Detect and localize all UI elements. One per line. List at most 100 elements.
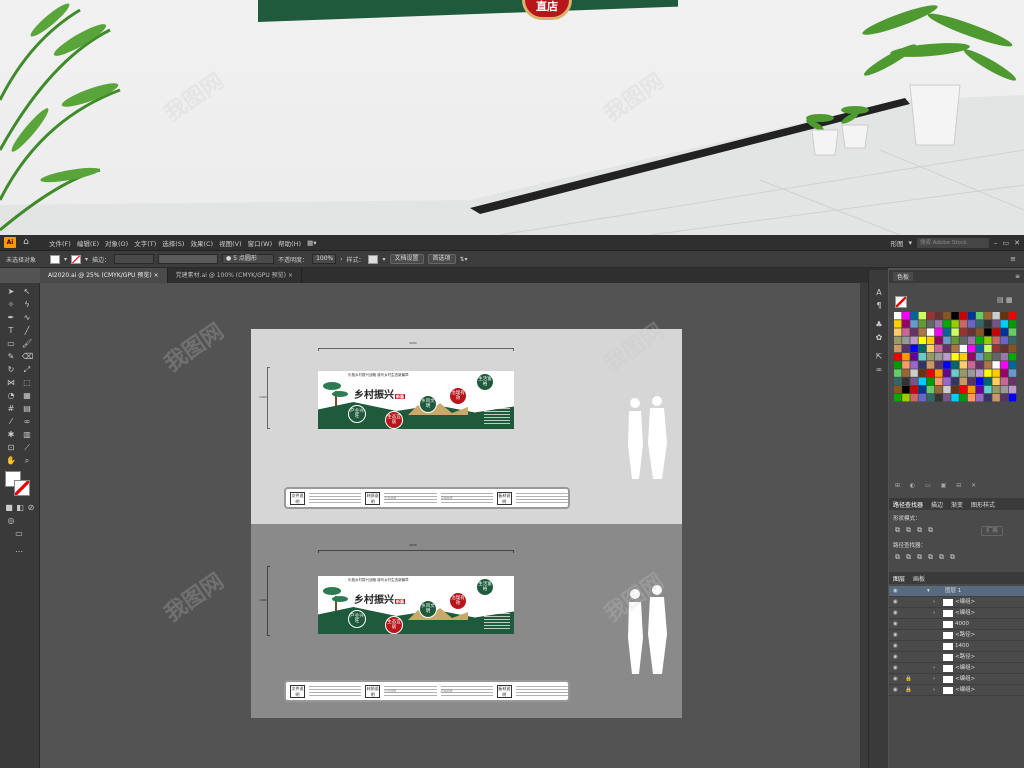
expand-button[interactable]: 扩展 — [981, 526, 1004, 536]
layer-row[interactable]: ◉ 🔒 › <编组> — [889, 685, 1024, 696]
rotate-icon[interactable]: ↻ — [6, 365, 16, 375]
layer-row[interactable]: ◉ <路径> — [889, 652, 1024, 663]
color-swatch[interactable] — [951, 353, 959, 361]
color-swatch[interactable] — [918, 361, 926, 369]
color-swatch[interactable] — [992, 385, 1000, 394]
color-swatch[interactable] — [959, 320, 967, 328]
color-swatch[interactable] — [951, 385, 959, 394]
color-swatch[interactable] — [967, 336, 976, 344]
paintbrush-icon[interactable]: 🖌 — [22, 339, 32, 349]
swatch-view-icons[interactable]: ▤ ▦ — [997, 296, 1012, 304]
eye-icon[interactable]: ◉ — [893, 630, 898, 641]
color-swatch[interactable] — [959, 328, 967, 336]
color-swatch[interactable] — [910, 336, 918, 344]
rural-revitalization-design[interactable]: 乐施乡村振兴战略 谱写乡村生态新篇章 乡村振兴 新篇 产业兴旺 生态宜居 乡风文明… — [318, 371, 514, 429]
color-swatch[interactable] — [943, 353, 951, 361]
layer-row[interactable]: ◉ ▾ 图层 1 — [889, 586, 1024, 597]
perspective-grid-icon[interactable]: ▦ — [22, 391, 32, 401]
color-swatch[interactable] — [935, 377, 943, 385]
eyedropper-icon[interactable]: ⁄ — [6, 417, 16, 427]
color-swatch[interactable] — [902, 385, 910, 394]
shape-builder-icon[interactable]: ◔ — [6, 391, 16, 401]
lock-icon[interactable]: 🔒 — [905, 685, 912, 696]
color-swatch[interactable] — [894, 344, 902, 353]
symbol-sprayer-icon[interactable]: ✱ — [6, 430, 16, 440]
preferences-button[interactable]: 首选项 — [427, 254, 456, 264]
color-swatch[interactable] — [951, 328, 959, 336]
eraser-icon[interactable]: ⌫ — [22, 352, 33, 362]
color-swatch[interactable] — [976, 353, 984, 361]
eye-icon[interactable]: ◉ — [893, 685, 898, 696]
color-swatch[interactable] — [959, 344, 967, 353]
color-swatch[interactable] — [935, 353, 943, 361]
fill-swatch[interactable] — [50, 254, 60, 264]
color-swatch[interactable] — [935, 385, 943, 394]
color-swatch[interactable] — [902, 312, 910, 320]
color-swatch[interactable] — [918, 320, 926, 328]
color-swatch[interactable] — [967, 385, 976, 394]
rural-revitalization-design[interactable]: 乐施乡村振兴战略 谱写乡村生态新篇章 乡村振兴 新篇 产业兴旺 生态宜居 乡风文明… — [318, 576, 514, 634]
color-swatch[interactable] — [926, 336, 935, 344]
color-swatch[interactable] — [951, 377, 959, 385]
color-swatch[interactable] — [926, 394, 935, 402]
color-swatch[interactable] — [992, 377, 1000, 385]
shaper-icon[interactable]: ✎ — [6, 352, 16, 362]
tab-artboards[interactable]: 画板 — [913, 574, 925, 583]
color-swatch[interactable] — [951, 312, 959, 320]
layer-row[interactable]: ◉ 🔒 › <编组> — [889, 674, 1024, 685]
magic-wand-icon[interactable]: ✧ — [6, 300, 16, 310]
menu-select[interactable]: 选择(S) — [159, 238, 187, 248]
color-swatch[interactable] — [976, 385, 984, 394]
color-swatch[interactable] — [1008, 328, 1017, 336]
color-swatch[interactable] — [902, 328, 910, 336]
scale-icon[interactable]: ⤢ — [22, 365, 32, 375]
color-swatch[interactable] — [1008, 369, 1017, 377]
color-swatch[interactable] — [959, 353, 967, 361]
expand-arrow-icon[interactable]: › — [933, 597, 935, 608]
close-icon[interactable]: × — [288, 272, 293, 279]
hand-tool-icon[interactable]: ✋ — [6, 456, 16, 466]
color-swatch[interactable] — [926, 344, 935, 353]
screen-mode-icon[interactable]: ▭ — [14, 529, 24, 539]
brushes-icon[interactable]: ♣ — [874, 320, 884, 330]
color-swatch[interactable] — [984, 344, 992, 353]
stroke-color-box[interactable] — [14, 480, 30, 496]
color-swatch[interactable] — [959, 394, 967, 402]
color-swatch[interactable] — [935, 328, 943, 336]
color-swatch[interactable] — [894, 312, 902, 320]
color-swatch[interactable] — [1000, 385, 1008, 394]
color-swatch[interactable] — [918, 312, 926, 320]
expand-arrow-icon[interactable]: › — [933, 685, 935, 696]
color-swatch[interactable] — [894, 353, 902, 361]
color-swatch[interactable] — [967, 344, 976, 353]
color-swatch[interactable] — [984, 377, 992, 385]
chevron-down-icon[interactable]: ▾ — [382, 256, 385, 263]
layer-row[interactable]: ◉ › <编组> — [889, 663, 1024, 674]
tab-pathfinder[interactable]: 路径查找器 — [893, 500, 923, 509]
layer-row[interactable]: ◉ › <编组> — [889, 608, 1024, 619]
color-swatch[interactable] — [935, 361, 943, 369]
color-swatch[interactable] — [1008, 312, 1017, 320]
color-swatch[interactable] — [910, 361, 918, 369]
tab-graphic-styles[interactable]: 图形样式 — [971, 500, 995, 509]
layer-row[interactable]: ◉ 1400 — [889, 641, 1024, 652]
paragraph-icon[interactable]: ¶ — [874, 301, 884, 311]
rectangle-tool-icon[interactable]: ▭ — [6, 339, 16, 349]
opacity-field[interactable]: 100% — [312, 254, 337, 264]
variable-width-dropdown[interactable] — [158, 254, 219, 264]
color-swatch[interactable] — [935, 394, 943, 402]
free-transform-icon[interactable]: ⬚ — [22, 378, 32, 388]
color-swatch[interactable] — [943, 394, 951, 402]
color-swatch[interactable] — [1000, 369, 1008, 377]
chevron-down-icon[interactable]: ▾ — [64, 256, 67, 263]
color-swatch[interactable] — [984, 353, 992, 361]
layer-row[interactable]: ◉ › <编组> — [889, 597, 1024, 608]
canvas-area[interactable]: 4000 1400 乐施乡村振兴战略 谱写乡村生态新篇章 乡村振兴 新篇 产业兴旺… — [40, 283, 860, 768]
document-setup-button[interactable]: 文档设置 — [389, 254, 424, 264]
color-swatch[interactable] — [926, 377, 935, 385]
tab-gradient[interactable]: 渐变 — [951, 500, 963, 509]
color-swatch[interactable] — [951, 361, 959, 369]
color-swatch[interactable] — [894, 328, 902, 336]
graph-tool-icon[interactable]: ▥ — [22, 430, 32, 440]
color-swatch[interactable] — [967, 394, 976, 402]
